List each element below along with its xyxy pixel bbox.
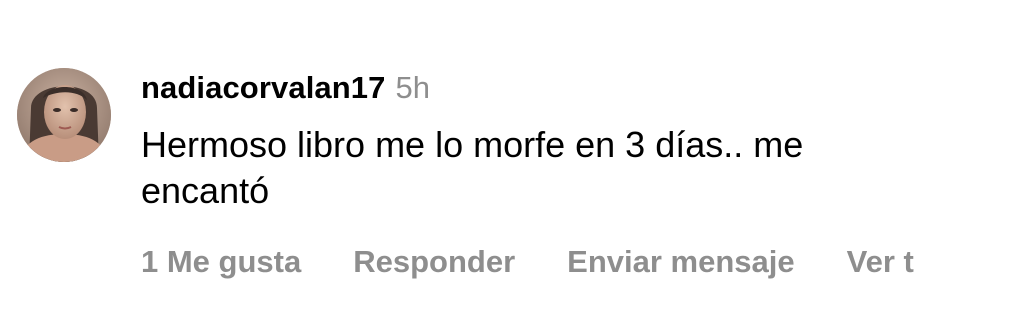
avatar-photo-icon — [17, 68, 111, 162]
likes-count-button[interactable]: 1 Me gusta — [141, 244, 301, 280]
comment-actions: 1 Me gusta Responder Enviar mensaje Ver … — [141, 240, 914, 284]
comment-text: Hermoso libro me lo morfe en 3 días.. me… — [141, 124, 804, 211]
comment-row: nadiacorvalan17 5h Hermoso libro me lo m… — [0, 0, 1012, 321]
username-link[interactable]: nadiacorvalan17 — [141, 70, 385, 106]
reply-button[interactable]: Responder — [353, 244, 515, 280]
send-message-button[interactable]: Enviar mensaje — [567, 244, 794, 280]
user-avatar[interactable] — [17, 68, 111, 162]
view-translation-button[interactable]: Ver t — [847, 244, 914, 280]
comment-timestamp: 5h — [395, 70, 430, 105]
comment-header: nadiacorvalan17 5h — [141, 68, 430, 108]
